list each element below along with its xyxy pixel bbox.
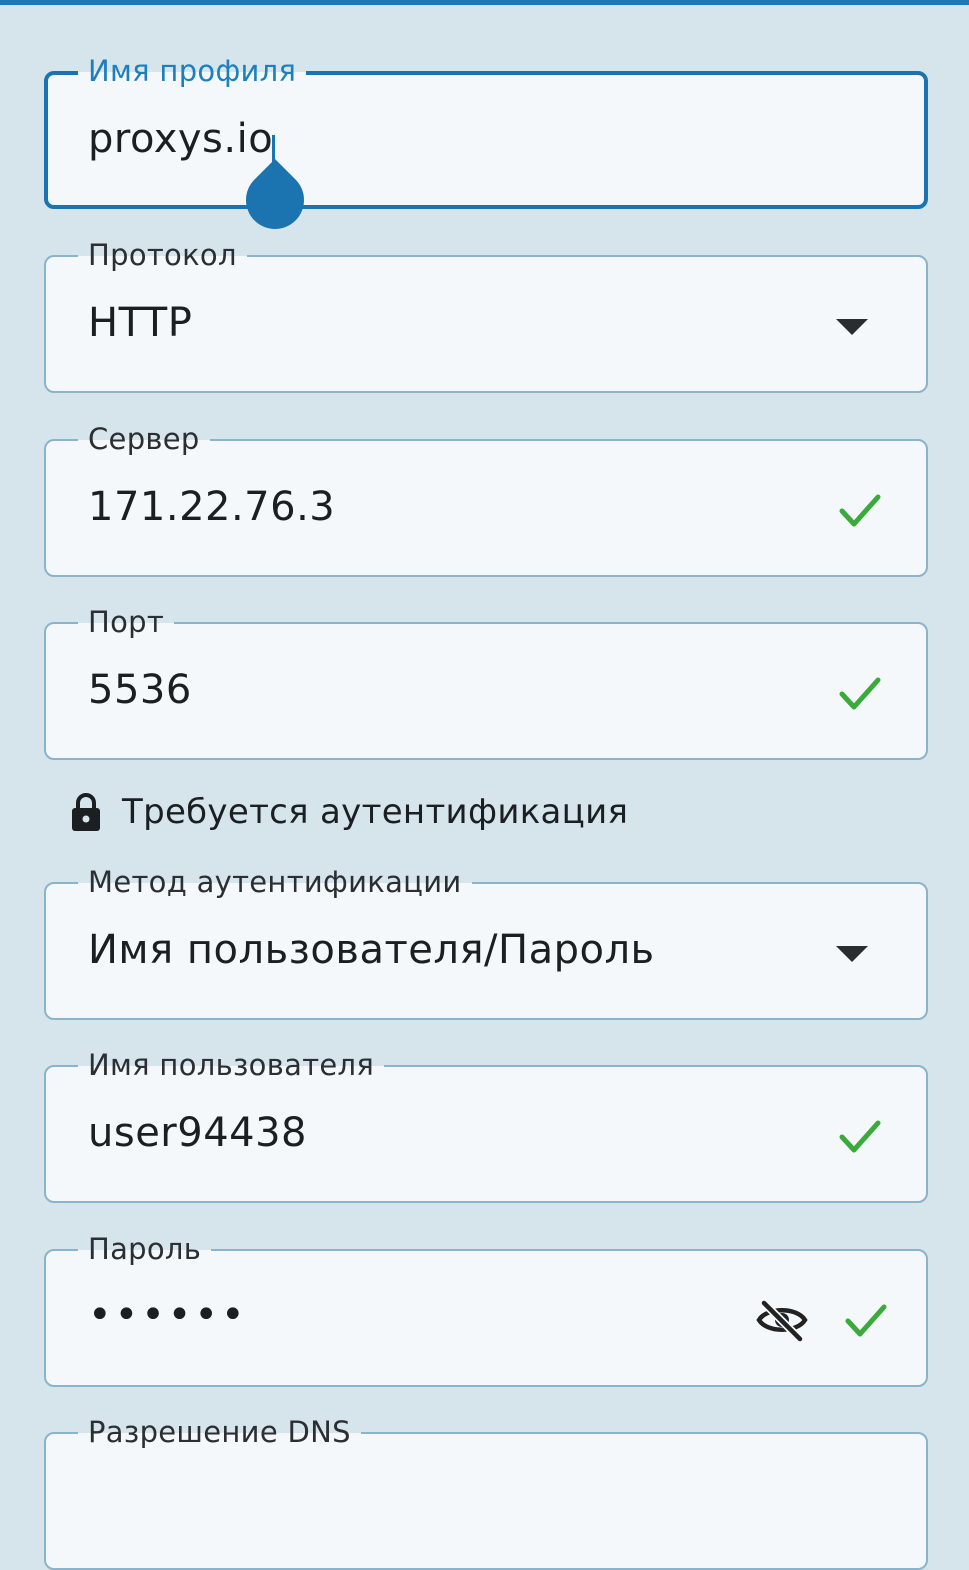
username-input[interactable]: user94438 [88, 1105, 307, 1161]
eye-off-icon[interactable] [756, 1297, 808, 1343]
server-input[interactable]: 171.22.76.3 [88, 479, 335, 535]
server-field[interactable]: Сервер 171.22.76.3 [44, 419, 928, 577]
port-input[interactable]: 5536 [88, 662, 192, 718]
auth-required-text: Требуется аутентификация [122, 792, 629, 832]
auth-method-select[interactable]: Метод аутентификации Имя пользователя/Па… [44, 862, 928, 1020]
cursor-handle[interactable] [233, 158, 317, 242]
username-label: Имя пользователя [78, 1045, 385, 1085]
lock-icon [72, 793, 100, 831]
profile-name-input[interactable]: proxys.io [88, 111, 273, 167]
dropdown-arrow-icon[interactable] [836, 319, 868, 335]
dropdown-arrow-icon[interactable] [836, 946, 868, 962]
check-icon [839, 494, 881, 527]
auth-method-label: Метод аутентификации [78, 862, 472, 902]
protocol-label: Протокол [78, 235, 247, 275]
protocol-value: HTTP [88, 300, 193, 346]
auth-required-row[interactable]: Требуется аутентификация [70, 790, 628, 834]
password-field[interactable]: Пароль •••••• [44, 1229, 928, 1387]
profile-name-field[interactable]: Имя профиля proxys.io [44, 51, 928, 242]
port-label: Порт [78, 602, 175, 642]
auth-method-value: Имя пользователя/Пароль [88, 927, 655, 973]
check-icon [839, 1120, 881, 1153]
dns-select[interactable]: Разрешение DNS [44, 1412, 928, 1570]
top-accent-bar [0, 0, 969, 5]
username-field[interactable]: Имя пользователя user94438 [44, 1045, 928, 1203]
port-field[interactable]: Порт 5536 [44, 602, 928, 760]
dns-label: Разрешение DNS [78, 1412, 361, 1452]
protocol-select[interactable]: Протокол HTTP [44, 235, 928, 393]
server-label: Сервер [78, 419, 210, 459]
check-icon [839, 677, 881, 710]
profile-name-label: Имя профиля [78, 51, 307, 91]
password-label: Пароль [78, 1229, 212, 1269]
check-icon [845, 1304, 887, 1337]
password-input[interactable]: •••••• [88, 1287, 248, 1343]
